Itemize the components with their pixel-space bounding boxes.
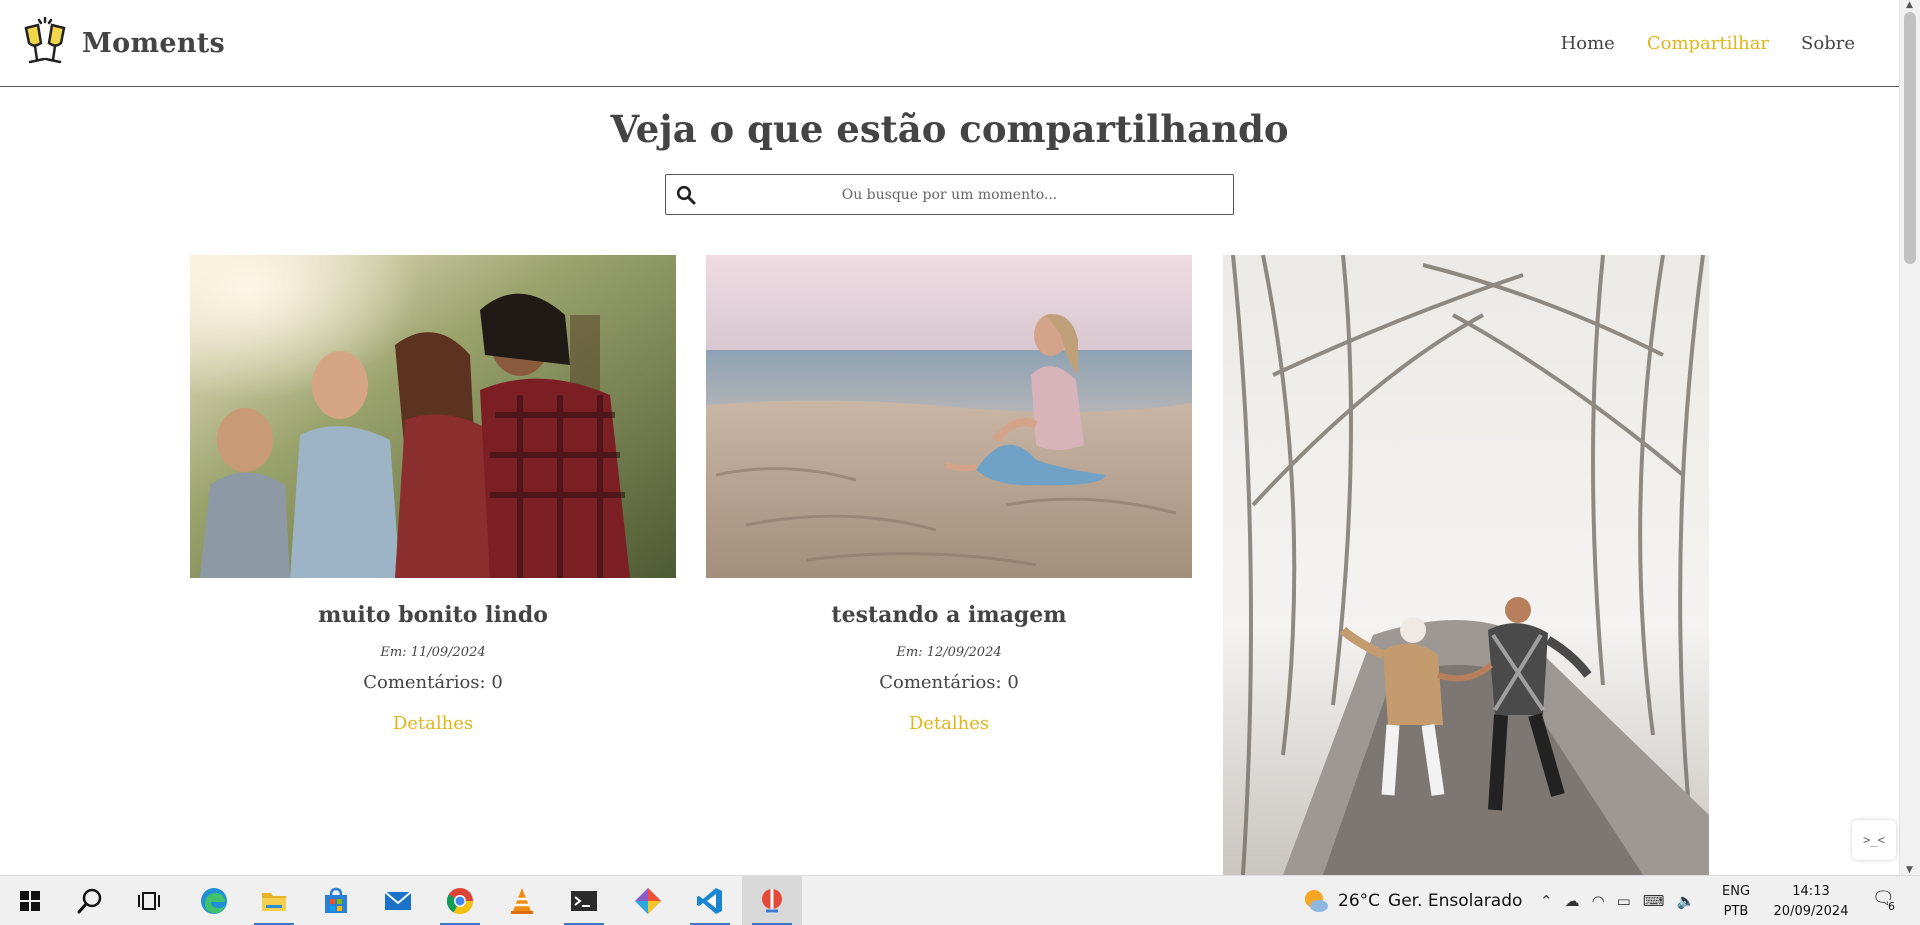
page-title: Veja o que estão compartilhando bbox=[610, 107, 1289, 151]
chrome-button[interactable] bbox=[430, 876, 490, 925]
terminal-icon bbox=[571, 891, 597, 911]
scroll-down-icon[interactable]: ▼ bbox=[1906, 865, 1913, 875]
battery-icon[interactable]: ▭ bbox=[1617, 892, 1631, 910]
main-nav: Home Compartilhar Sobre bbox=[1561, 33, 1855, 54]
clock-date: 20/09/2024 bbox=[1773, 904, 1849, 919]
site-header: Moments Home Compartilhar Sobre bbox=[0, 0, 1899, 87]
clock[interactable]: 14:13 20/09/2024 bbox=[1766, 882, 1856, 922]
start-button[interactable] bbox=[0, 876, 60, 925]
store-button[interactable] bbox=[306, 876, 366, 925]
git-button[interactable] bbox=[618, 876, 678, 925]
brand-name: Moments bbox=[82, 27, 226, 59]
friends-photo bbox=[190, 255, 676, 578]
moment-comments: Comentários: 0 bbox=[363, 672, 503, 693]
wifi-icon[interactable]: ◠ bbox=[1592, 892, 1605, 910]
store-icon bbox=[325, 887, 347, 913]
brand-logo[interactable]: Moments bbox=[20, 16, 225, 70]
edge-button[interactable] bbox=[184, 876, 244, 925]
search-button[interactable] bbox=[60, 876, 120, 925]
search-icon bbox=[77, 888, 102, 914]
partly-sunny-icon bbox=[1305, 890, 1328, 912]
onedrive-icon[interactable]: ☁ bbox=[1565, 892, 1580, 910]
language-code: ENG bbox=[1722, 884, 1751, 899]
moment-title: testando a imagem bbox=[831, 602, 1067, 628]
edge-icon bbox=[201, 888, 227, 914]
moment-card: testando a imagem Em: 12/09/2024 Comentá… bbox=[706, 255, 1192, 734]
champagne-toast-icon bbox=[24, 16, 66, 64]
language-indicator[interactable]: ENG PTB bbox=[1722, 882, 1750, 922]
moment-title: muito bonito lindo bbox=[318, 602, 548, 628]
search-box bbox=[665, 174, 1234, 215]
notification-count: 6 bbox=[1888, 900, 1895, 913]
file-explorer-button[interactable] bbox=[244, 876, 304, 925]
weather-condition: Ger. Ensolarado bbox=[1388, 891, 1523, 911]
weather-widget[interactable]: 26°C Ger. Ensolarado bbox=[1302, 876, 1522, 925]
network-icon[interactable]: ⌨ bbox=[1643, 892, 1665, 910]
details-link[interactable]: Detalhes bbox=[393, 713, 473, 734]
details-link[interactable]: Detalhes bbox=[909, 713, 989, 734]
clock-time: 14:13 bbox=[1792, 884, 1830, 899]
moment-image[interactable] bbox=[706, 255, 1192, 578]
floating-assistant-icon[interactable]: >_< bbox=[1852, 820, 1896, 860]
moment-date: Em: 12/09/2024 bbox=[896, 645, 1002, 660]
nav-sobre[interactable]: Sobre bbox=[1801, 33, 1855, 54]
nav-compartilhar[interactable]: Compartilhar bbox=[1647, 33, 1769, 54]
search-icon[interactable] bbox=[676, 185, 696, 205]
search-input[interactable] bbox=[666, 175, 1233, 214]
snow-couple-photo bbox=[1223, 255, 1709, 875]
moment-image[interactable] bbox=[190, 255, 676, 578]
windows-taskbar: 26°C Ger. Ensolarado ⌃ ☁ ◠ ▭ ⌨ 🔈 ENG PTB… bbox=[0, 875, 1920, 925]
moment-image[interactable] bbox=[1223, 255, 1709, 875]
mail-icon bbox=[384, 891, 412, 910]
chrome-icon bbox=[446, 888, 474, 915]
app-icon bbox=[762, 889, 782, 913]
vlc-button[interactable] bbox=[492, 876, 552, 925]
system-tray: ⌃ ☁ ◠ ▭ ⌨ 🔈 bbox=[1540, 876, 1695, 925]
page-scrollbar[interactable]: ▲ ▼ bbox=[1899, 0, 1920, 875]
beach-photo bbox=[706, 255, 1192, 578]
file-explorer-icon bbox=[262, 893, 286, 911]
start-icon bbox=[20, 891, 40, 911]
nav-home[interactable]: Home bbox=[1561, 33, 1615, 54]
task-view-icon bbox=[138, 892, 160, 910]
git-icon bbox=[635, 888, 661, 914]
terminal-button[interactable] bbox=[554, 876, 614, 925]
vscode-button[interactable] bbox=[680, 876, 740, 925]
scroll-thumb[interactable] bbox=[1904, 12, 1916, 264]
vlc-icon bbox=[511, 888, 533, 914]
moment-date: Em: 11/09/2024 bbox=[380, 645, 486, 660]
scroll-up-icon[interactable]: ▲ bbox=[1906, 0, 1913, 10]
vscode-icon bbox=[697, 888, 722, 914]
weather-temp: 26°C bbox=[1338, 891, 1381, 911]
moment-comments: Comentários: 0 bbox=[879, 672, 1019, 693]
task-view-button[interactable] bbox=[120, 876, 180, 925]
keyboard-layout: PTB bbox=[1723, 904, 1749, 919]
mail-button[interactable] bbox=[368, 876, 428, 925]
chevron-up-icon[interactable]: ⌃ bbox=[1540, 892, 1553, 910]
moment-card: muito bonito lindo Em: 11/09/2024 Coment… bbox=[190, 255, 676, 734]
volume-icon[interactable]: 🔈 bbox=[1677, 892, 1696, 910]
notification-center-button[interactable]: 🗨 6 bbox=[1872, 888, 1902, 916]
app-button[interactable] bbox=[742, 876, 802, 925]
